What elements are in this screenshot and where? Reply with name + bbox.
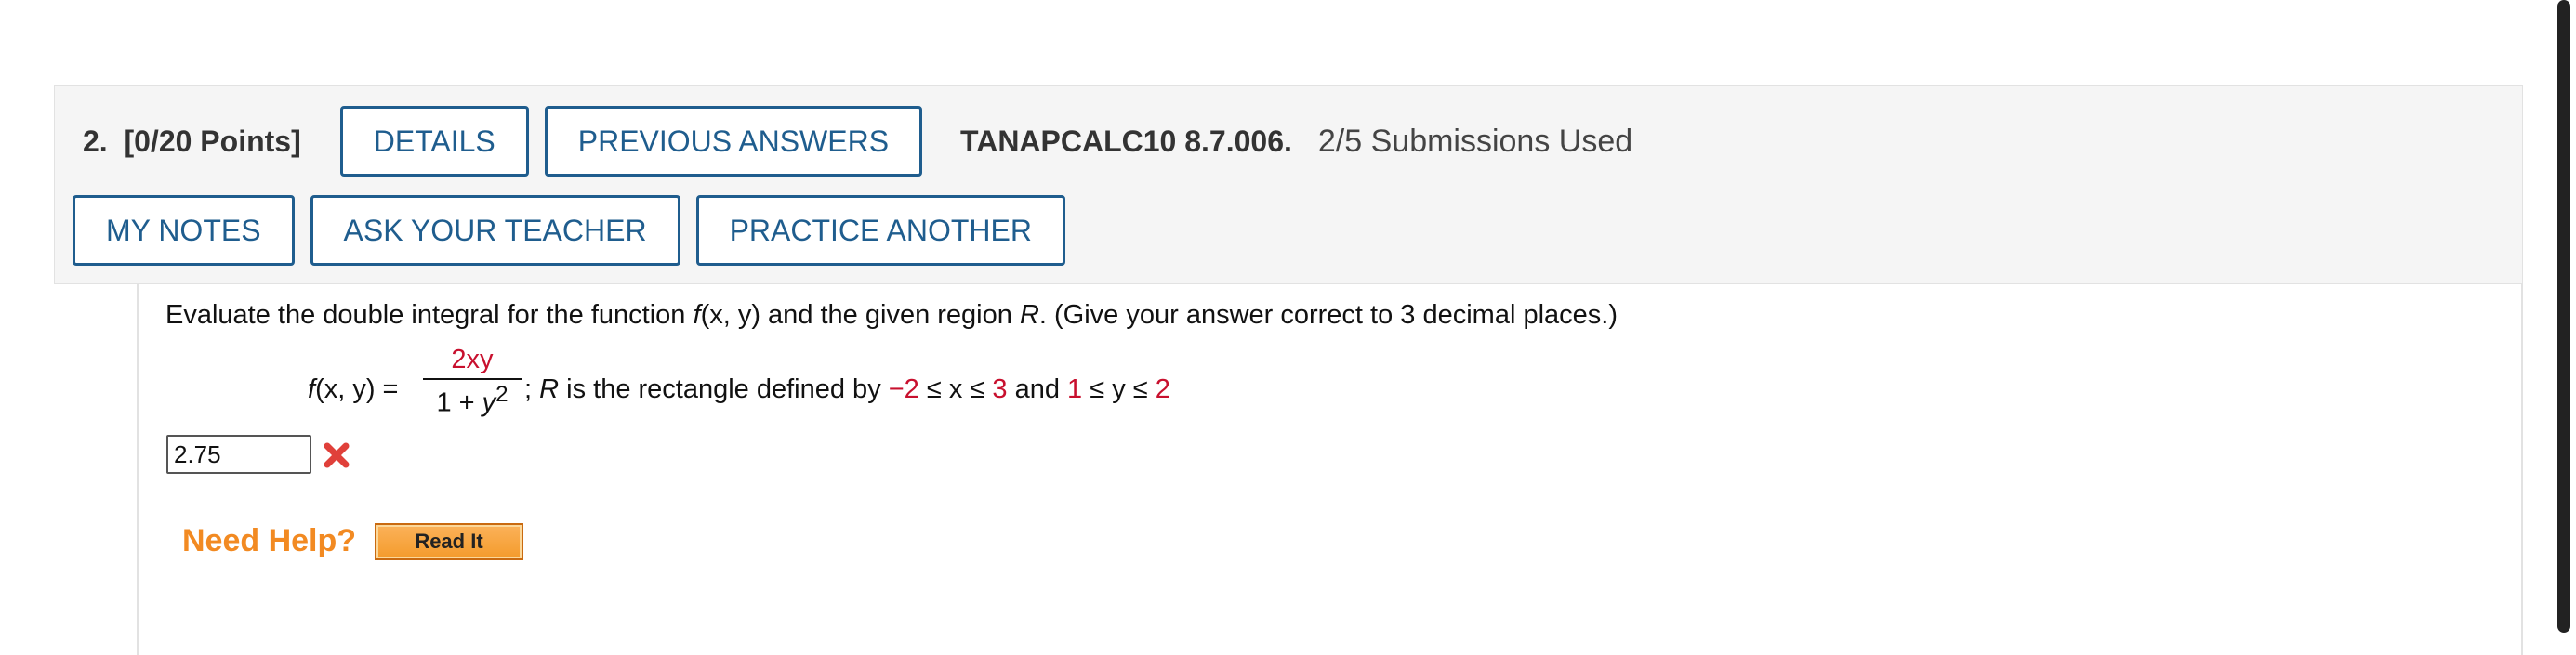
scrollbar-thumb[interactable] (2557, 0, 2570, 633)
previous-answers-button[interactable]: PREVIOUS ANSWERS (544, 106, 923, 177)
my-notes-button[interactable]: MY NOTES (73, 195, 295, 266)
function-fraction: 2xy 1 + y2 (423, 345, 522, 419)
ask-your-teacher-button[interactable]: ASK YOUR TEACHER (310, 195, 680, 266)
header-row-bottom: MY NOTES ASK YOUR TEACHER PRACTICE ANOTH… (73, 193, 1081, 268)
practice-another-button[interactable]: PRACTICE ANOTHER (695, 195, 1065, 266)
header-row-top: 2. [0/20 Points] DETAILS PREVIOUS ANSWER… (83, 104, 1632, 178)
question-body: Evaluate the double integral for the fun… (137, 283, 2523, 655)
question-header: 2. [0/20 Points] DETAILS PREVIOUS ANSWER… (54, 85, 2523, 284)
read-it-button[interactable]: Read It (375, 523, 523, 560)
submissions-used: 2/5 Submissions Used (1317, 123, 1633, 159)
question-number: 2. [0/20 Points] (83, 124, 301, 158)
x-icon (324, 442, 350, 468)
need-help-label: Need Help? (182, 523, 357, 558)
problem-code: TANAPCALC10 8.7.006. (960, 124, 1292, 158)
answer-input[interactable] (166, 435, 311, 474)
fraction-numerator: 2xy (451, 345, 494, 374)
question-text: Evaluate the double integral for the fun… (165, 300, 1618, 330)
function-lhs: f(x, y) = (308, 374, 399, 404)
fraction-denominator: 1 + y2 (436, 382, 509, 418)
details-button[interactable]: DETAILS (339, 106, 529, 177)
region-definition: ; R is the rectangle defined by −2 ≤ x ≤… (524, 374, 1170, 404)
